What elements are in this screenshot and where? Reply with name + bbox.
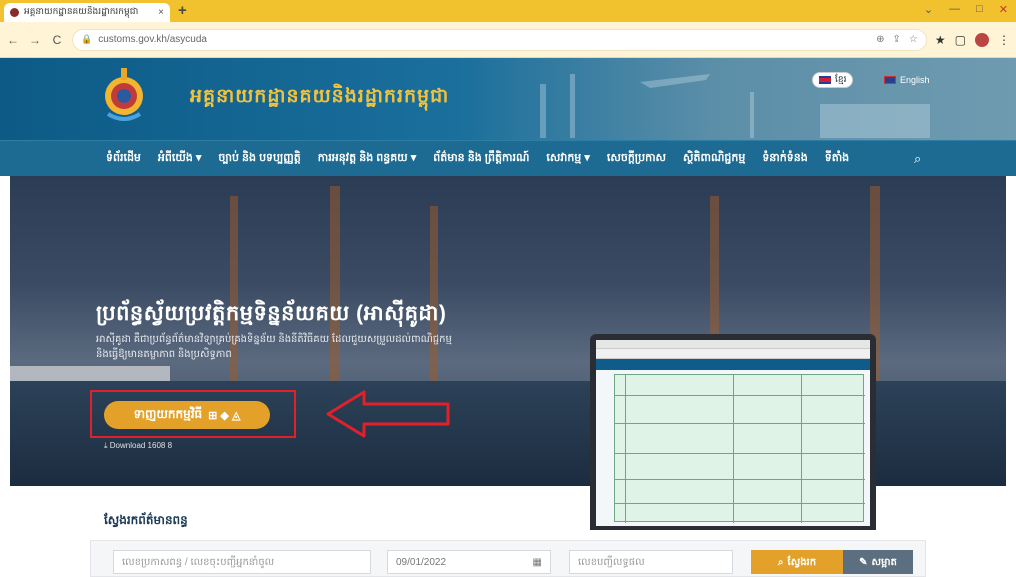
language-english-button[interactable]: English <box>878 72 936 88</box>
crane-decoration <box>430 206 438 386</box>
cambodia-flag-icon <box>819 76 831 84</box>
nav-item-contact[interactable]: ទំនាក់ទំនង <box>762 151 807 167</box>
form-line <box>615 395 865 396</box>
declaration-number-input[interactable]: លេខប្រកាសពន្ធ / លេខចុះបញ្ជីអ្នកនាំចូល <box>113 550 371 574</box>
browser-tab[interactable]: អគ្គនាយកដ្ឋានគយនិងរដ្ឋាករកម្ពុជា × <box>4 3 170 22</box>
left-arrow-annotation-icon <box>326 390 450 438</box>
date-value: 09/01/2022 <box>396 556 447 568</box>
clear-button-label: សម្អាត <box>871 556 897 568</box>
tab-search-icon[interactable]: ⌄ <box>924 3 933 16</box>
asycuda-app-screenshot <box>596 340 870 526</box>
site-favicon-icon <box>10 8 19 17</box>
maximize-button[interactable]: □ <box>976 3 983 16</box>
omnibox-icons: ⊕ ⇪ ☆ <box>876 34 918 45</box>
site-title[interactable]: អគ្គនាយកដ្ឋានគយនិងរដ្ឋាករកម្ពុជា <box>190 84 449 112</box>
uk-flag-icon <box>884 76 896 84</box>
tax-search-heading: ស្វែងរកព័ត៌មានពន្ធ <box>104 513 188 527</box>
nav-item-practice[interactable]: ការអនុវត្ត និង ពន្ធគយ ▾ <box>318 151 416 167</box>
nav-item-location[interactable]: ទីតាំង <box>825 151 849 167</box>
nav-item-about[interactable]: អំពីយើង ▾ <box>158 151 202 167</box>
form-line <box>615 503 865 504</box>
language-english-label: English <box>900 75 930 85</box>
search-icon[interactable]: ⌕ <box>914 151 921 167</box>
close-window-button[interactable]: ✕ <box>999 3 1008 16</box>
tax-search-panel: លេខប្រកាសពន្ធ / លេខចុះបញ្ជីអ្នកនាំចូល 09… <box>90 540 926 577</box>
forward-button[interactable]: → <box>28 33 42 47</box>
laptop-screenshot <box>590 334 876 530</box>
window-controls: ⌄ — □ ✕ <box>924 3 1008 16</box>
nav-item-services[interactable]: សេវាកម្ម ▾ <box>546 151 590 167</box>
form-line <box>615 423 865 424</box>
extension-puzzle-icon[interactable]: ★ <box>935 33 946 47</box>
highlight-box <box>90 390 296 438</box>
form-line <box>625 375 626 523</box>
browser-tab-bar: អគ្គនាយកដ្ឋានគយនិងរដ្ឋាករកម្ពុជា × + ⌄ —… <box>0 0 1016 22</box>
bookmark-star-icon[interactable]: ☆ <box>909 34 918 45</box>
hero-subtitle-line1: អាស៊ីគូដា គឺជាប្រព័ន្ធព័ត៌មានវិទ្យាគ្រប់… <box>96 334 452 345</box>
clear-button[interactable]: ✎ សម្អាត <box>843 550 913 574</box>
profile-avatar[interactable] <box>975 32 989 47</box>
browser-tab-title: អគ្គនាយកដ្ឋានគយនិងរដ្ឋាករកម្ពុជា <box>24 6 139 16</box>
calendar-icon[interactable]: ▦ <box>533 557 542 568</box>
form-line <box>801 375 802 523</box>
result-number-input[interactable]: លេខបញ្ជីលទ្ធផល <box>569 550 733 574</box>
nav-item-laws[interactable]: ច្បាប់ និង បទប្បញ្ញត្តិ <box>218 151 300 167</box>
hero-title: ប្រព័ន្ធស្វ័យប្រវត្តិកម្មទិន្នន័យគយ (អាស… <box>96 302 447 325</box>
search-button[interactable]: ⌕ ស្វែងរក <box>751 550 843 574</box>
reload-button[interactable]: C <box>50 33 64 47</box>
app-toolbar <box>596 349 870 359</box>
minimize-button[interactable]: — <box>949 3 960 16</box>
form-line <box>615 453 865 454</box>
tab-close-icon[interactable]: × <box>158 7 164 18</box>
nav-item-home[interactable]: ទំព័រដើម <box>106 151 141 167</box>
language-khmer-label: ខ្មែរ <box>835 73 847 84</box>
app-form <box>614 374 865 523</box>
menu-kebab-icon[interactable]: ⋮ <box>998 33 1010 47</box>
form-line <box>615 479 865 480</box>
header-background-art <box>540 74 930 138</box>
crane-decoration <box>330 186 340 386</box>
download-count[interactable]: ⤓ Download 1608 8 <box>104 441 172 451</box>
zoom-icon[interactable]: ⊕ <box>876 34 884 45</box>
language-khmer-button[interactable]: ខ្មែរ <box>812 72 854 88</box>
nav-item-news[interactable]: ព័ត៌មាន និង ព្រឹត្តិការណ៍ <box>433 151 529 167</box>
new-tab-button[interactable]: + <box>178 2 187 19</box>
main-navigation: ទំព័រដើម អំពីយើង ▾ ច្បាប់ និង បទប្បញ្ញត្… <box>0 140 1016 176</box>
extensions-area: ★ ▢ ⋮ <box>935 32 1010 47</box>
search-button-label: ស្វែងរក <box>787 556 817 568</box>
site-header: អគ្គនាយកដ្ឋានគយនិងរដ្ឋាករកម្ពុជា ខ្មែរ E… <box>0 58 1016 140</box>
nav-item-announcements[interactable]: សេចក្តីប្រកាស <box>607 151 666 167</box>
url-text[interactable]: customs.gov.kh/asycuda <box>98 34 876 45</box>
search-icon: ⌕ <box>777 556 784 568</box>
url-input[interactable]: 🔒 customs.gov.kh/asycuda ⊕ ⇪ ☆ <box>72 28 927 51</box>
customs-logo-icon <box>105 68 143 121</box>
app-header-strip <box>596 359 870 370</box>
share-icon[interactable]: ⇪ <box>893 34 901 45</box>
address-bar: ← → C 🔒 customs.gov.kh/asycuda ⊕ ⇪ ☆ ★ ▢… <box>0 22 1016 58</box>
lock-icon: 🔒 <box>81 34 93 44</box>
brush-icon: ✎ <box>859 556 868 568</box>
date-input[interactable]: 09/01/2022 ▦ <box>387 550 551 574</box>
sidebar-icon[interactable]: ▢ <box>955 33 966 47</box>
hero-subtitle-line2: និងធ្វើឱ្យមានតម្លាភាព និងប្រសិទ្ធភាព <box>96 349 232 360</box>
nav-item-statistics[interactable]: ស្ថិតិពាណិជ្ជកម្ម <box>683 151 745 167</box>
back-button[interactable]: ← <box>6 33 20 47</box>
form-line <box>733 375 734 523</box>
app-titlebar <box>596 340 870 349</box>
